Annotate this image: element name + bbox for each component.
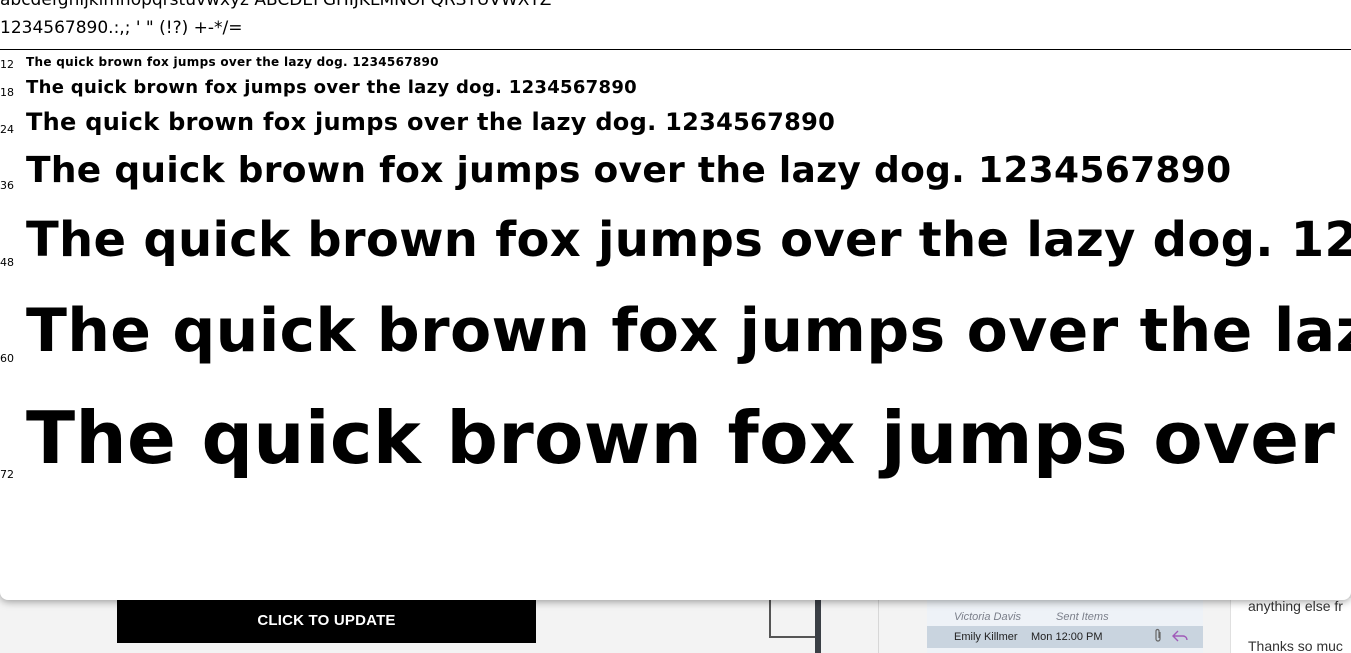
size-label: 60	[0, 352, 14, 365]
sample-row-36: 36 The quick brown fox jumps over the la…	[0, 150, 1351, 204]
mail-sender: Emily Killmer	[954, 631, 1018, 643]
click-to-update-button[interactable]: CLICK TO UPDATE	[117, 598, 536, 643]
mail-list: Victoria Davis Sent Items Emily Killmer …	[927, 598, 1203, 653]
background-frame	[769, 598, 817, 638]
sample-text: The quick brown fox jumps over the lazy …	[26, 212, 1351, 268]
sample-text: The quick brown fox jumps over the lazy …	[26, 396, 1351, 480]
column-separator	[878, 598, 879, 653]
message-body-line: Thanks so muc	[1248, 638, 1343, 653]
size-label: 24	[0, 123, 14, 136]
sample-row-60: 60 The quick brown fox jumps over the la…	[0, 296, 1351, 380]
mail-time: Mon 12:00 PM	[1031, 631, 1103, 643]
reading-pane: anything else fr Thanks so muc	[1230, 598, 1351, 653]
sample-row-72: 72 The quick brown fox jumps over the la…	[0, 396, 1351, 500]
sample-text: The quick brown fox jumps over the lazy …	[26, 150, 1232, 191]
size-label: 36	[0, 179, 14, 192]
size-label: 48	[0, 256, 14, 269]
charset-letters: abcdefghijklmnopqrstuvwxyz ABCDEFGHIJKLM…	[0, 0, 552, 10]
sample-row-12: 12 The quick brown fox jumps over the la…	[0, 55, 1351, 74]
size-label: 18	[0, 86, 14, 99]
character-set: abcdefghijklmnopqrstuvwxyz ABCDEFGHIJKLM…	[0, 0, 1351, 50]
sample-text: The quick brown fox jumps over the lazy …	[26, 108, 836, 136]
screen: CLICK TO UPDATE Victoria Davis Sent Item…	[0, 0, 1351, 653]
sample-row-24: 24 The quick brown fox jumps over the la…	[0, 108, 1351, 144]
sample-text: The quick brown fox jumps over the lazy …	[26, 296, 1351, 366]
mail-row-selected[interactable]: Emily Killmer Mon 12:00 PM	[927, 626, 1203, 648]
mail-row[interactable]: Victoria Davis Sent Items	[927, 606, 1203, 628]
mail-folder: Sent Items	[1056, 611, 1109, 623]
sample-text: The quick brown fox jumps over the lazy …	[26, 77, 637, 98]
font-preview-window: abcdefghijklmnopqrstuvwxyz ABCDEFGHIJKLM…	[0, 0, 1351, 600]
reply-icon[interactable]	[1171, 629, 1189, 643]
mail-sender: Victoria Davis	[954, 611, 1022, 623]
size-label: 72	[0, 468, 14, 481]
message-body-line: anything else fr	[1248, 598, 1343, 614]
sample-row-48: 48 The quick brown fox jumps over the la…	[0, 212, 1351, 282]
sample-text: The quick brown fox jumps over the lazy …	[26, 55, 439, 69]
sample-row-18: 18 The quick brown fox jumps over the la…	[0, 77, 1351, 103]
pane-divider[interactable]	[815, 598, 821, 653]
size-label: 12	[0, 58, 14, 71]
attachment-icon	[1155, 628, 1161, 642]
charset-symbols: 1234567890.:,; ' " (!?) +-*/=	[0, 18, 243, 38]
